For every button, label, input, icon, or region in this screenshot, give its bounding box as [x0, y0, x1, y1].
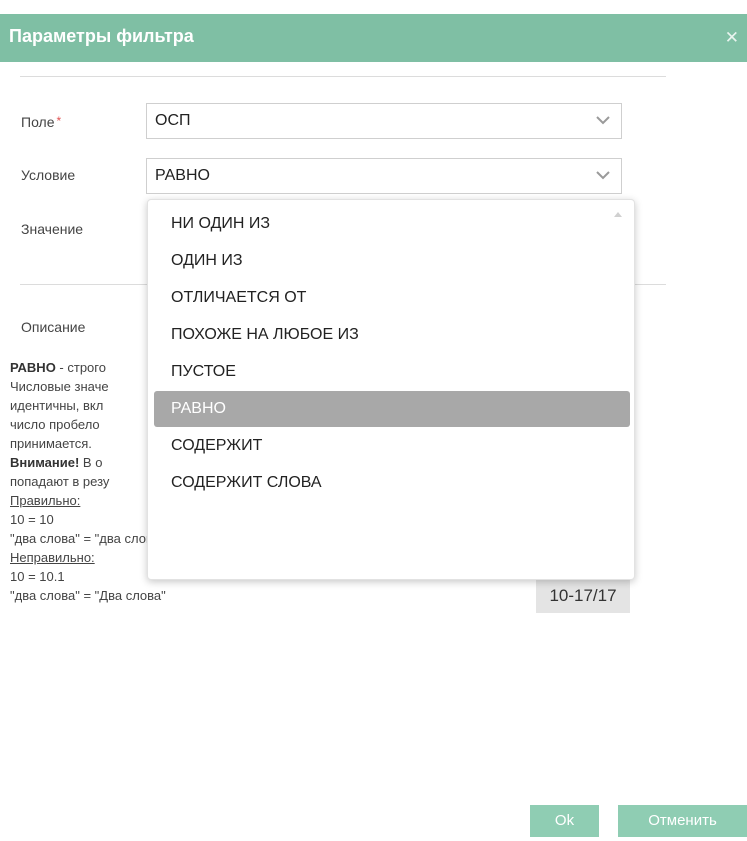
dropdown-option[interactable]: ОДИН ИЗ [154, 243, 630, 279]
description-label: Описание [21, 319, 86, 335]
condition-select[interactable]: РАВНО [146, 158, 622, 194]
dropdown-option[interactable]: СОДЕРЖИТ [154, 428, 630, 464]
condition-select-value: РАВНО [155, 167, 210, 184]
value-label: Значение [21, 221, 84, 237]
count-badge: 10-17/17 [536, 579, 630, 613]
field-label: Поле * [21, 114, 61, 130]
filter-dialog: Параметры фильтра ✕ Поле * ОСП Условие РА… [0, 0, 747, 841]
divider-top [20, 76, 666, 77]
dropdown-option[interactable]: СОДЕРЖИТ СЛОВА [154, 465, 630, 501]
field-select-value: ОСП [155, 112, 191, 129]
dropdown-option[interactable]: НИ ОДИН ИЗ [154, 206, 630, 242]
chevron-down-icon [596, 171, 610, 180]
close-icon[interactable]: ✕ [725, 28, 739, 48]
dropdown-option-selected[interactable]: РАВНО [154, 391, 630, 427]
condition-dropdown-menu[interactable]: НИ ОДИН ИЗ ОДИН ИЗ ОТЛИЧАЕТСЯ ОТ ПОХОЖЕ … [147, 199, 635, 580]
condition-label: Условие [21, 167, 76, 183]
ok-button[interactable]: Ok [530, 805, 599, 837]
cancel-button[interactable]: Отменить [618, 805, 747, 837]
desc-text: В о [79, 455, 103, 470]
field-label-text: Поле [21, 114, 55, 130]
desc-term: РАВНО [10, 360, 56, 375]
dropdown-option[interactable]: ОТЛИЧАЕТСЯ ОТ [154, 280, 630, 316]
field-select[interactable]: ОСП [146, 103, 622, 139]
warning-label: Внимание! [10, 455, 80, 470]
dialog-title: Параметры фильтра [9, 26, 194, 46]
desc-text: - строго [55, 360, 106, 375]
dialog-titlebar: Параметры фильтра ✕ [0, 14, 747, 62]
required-mark: * [56, 114, 62, 128]
dropdown-option[interactable]: ПУСТОЕ [154, 354, 630, 390]
chevron-down-icon [596, 116, 610, 125]
dropdown-option[interactable]: ПОХОЖЕ НА ЛЮБОЕ ИЗ [154, 317, 630, 353]
